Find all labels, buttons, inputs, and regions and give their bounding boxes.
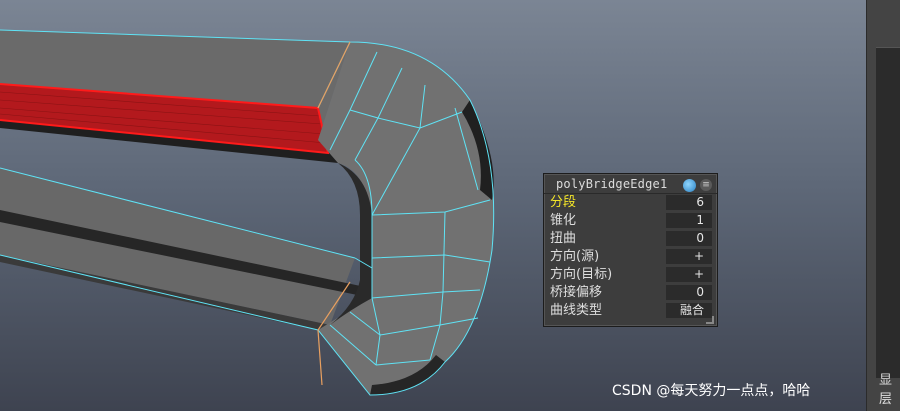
node-name: polyBridgeEdge1 [556, 177, 668, 191]
lower-arm-top-face [0, 168, 355, 325]
attribute-value-field[interactable]: + [666, 267, 712, 282]
attribute-label: 锥化 [550, 213, 577, 228]
attribute-label: 扭曲 [550, 231, 577, 246]
attribute-value-field[interactable]: 1 [666, 213, 712, 228]
attribute-label: 分段 [550, 195, 577, 210]
right-dock-strip: 显 层 [866, 0, 900, 411]
attribute-row-direction-source[interactable]: 方向(源) + [548, 248, 714, 265]
help-icon[interactable] [683, 179, 696, 192]
attribute-label: 曲线类型 [550, 303, 603, 318]
bridge-end-cap [318, 42, 494, 395]
dock-tab-layer[interactable]: 层 [879, 389, 900, 411]
attribute-row-divisions[interactable]: 分段 6 [548, 194, 714, 211]
attribute-value-field[interactable]: 0 [666, 231, 712, 246]
menu-icon[interactable]: ≡ [700, 179, 712, 191]
attribute-row-curve-type[interactable]: 曲线类型 融合 [548, 302, 714, 319]
watermark-text: CSDN @每天努力一点点，哈哈 [612, 383, 811, 399]
node-attribute-panel: polyBridgeEdge1 ≡ 分段 6 锥化 1 扭曲 0 方向(源) +… [543, 173, 718, 327]
attribute-label: 方向(源) [550, 249, 600, 264]
resize-grip-icon[interactable] [706, 316, 714, 324]
attribute-row-bridge-offset[interactable]: 桥接偏移 0 [548, 284, 714, 301]
bridge-mesh[interactable] [0, 0, 866, 411]
attribute-value-field[interactable]: + [666, 249, 712, 264]
attribute-row-twist[interactable]: 扭曲 0 [548, 230, 714, 247]
panel-title-bar: polyBridgeEdge1 ≡ [544, 176, 717, 194]
attribute-row-direction-target[interactable]: 方向(目标) + [548, 266, 714, 283]
attribute-value-field[interactable]: 6 [666, 195, 712, 210]
attribute-row-taper[interactable]: 锥化 1 [548, 212, 714, 229]
attribute-value-field[interactable]: 0 [666, 285, 712, 300]
3d-viewport[interactable] [0, 0, 866, 411]
dock-panel [876, 47, 900, 378]
attribute-label: 桥接偏移 [550, 285, 603, 300]
attribute-label: 方向(目标) [550, 267, 613, 282]
